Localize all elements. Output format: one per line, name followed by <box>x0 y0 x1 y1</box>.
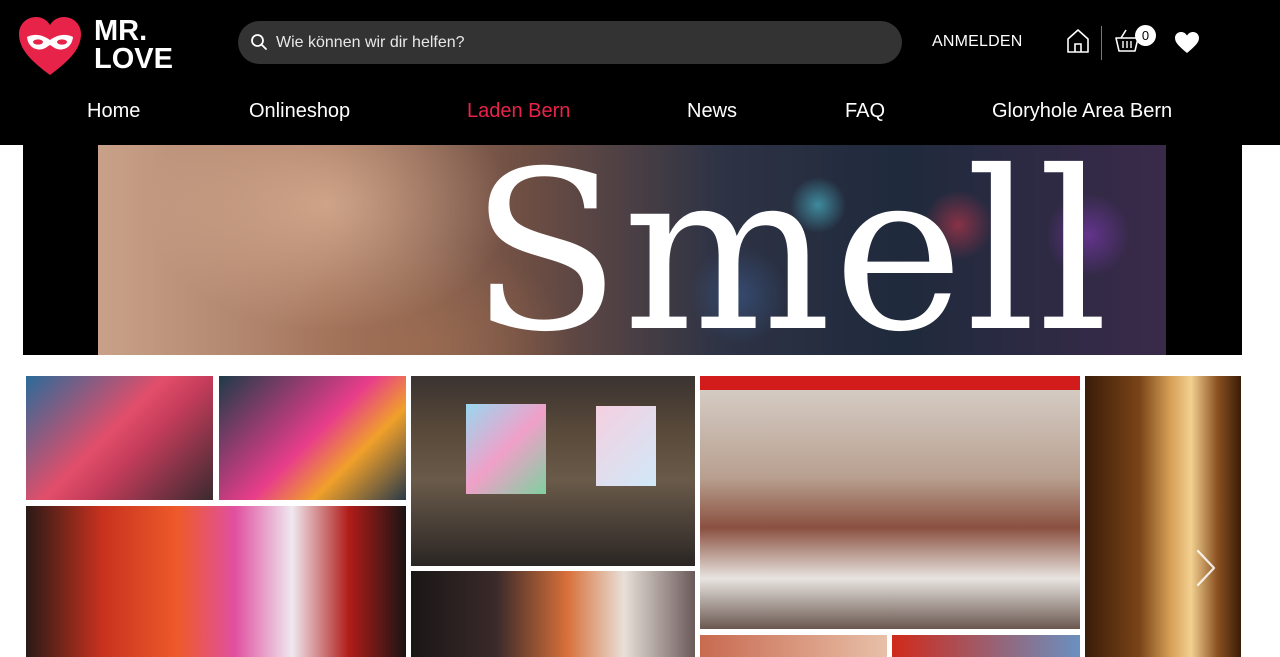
main-nav: Home Onlineshop Laden Bern News FAQ Glor… <box>0 100 1280 126</box>
header-divider <box>1101 26 1102 60</box>
nav-item-laden-bern[interactable]: Laden Bern <box>467 100 570 123</box>
gallery-image[interactable] <box>26 376 213 500</box>
cart-count-badge: 0 <box>1135 25 1156 46</box>
nav-item-gloryhole-area-bern[interactable]: Gloryhole Area Bern <box>992 100 1172 123</box>
heart-icon[interactable] <box>1174 31 1200 54</box>
gallery-image-detail <box>596 406 656 486</box>
chevron-right-icon[interactable] <box>1194 548 1218 588</box>
login-link[interactable]: ANMELDEN <box>932 33 1023 51</box>
hero-banner: Smell <box>23 145 1242 355</box>
home-icon[interactable] <box>1066 28 1090 54</box>
brand-line2: LOVE <box>94 43 173 75</box>
hero-banner-image: Smell <box>98 145 1166 355</box>
gallery-image[interactable] <box>26 506 406 657</box>
gallery-image[interactable] <box>700 635 887 657</box>
mask-heart-logo-icon <box>19 17 81 75</box>
search-bar[interactable] <box>238 21 902 64</box>
nav-item-home[interactable]: Home <box>87 100 140 123</box>
brand-line1: MR. <box>94 15 148 47</box>
gallery-image[interactable] <box>1085 376 1241 657</box>
gallery-image-detail <box>700 376 1080 390</box>
site-header: MR. LOVE ANMELDEN 0 Home Onlineshop Lade… <box>0 0 1280 145</box>
nav-item-faq[interactable]: FAQ <box>845 100 885 123</box>
brand-logo[interactable]: MR. LOVE <box>17 15 173 77</box>
gallery-image[interactable] <box>411 376 695 566</box>
gallery-image[interactable] <box>892 635 1080 657</box>
hero-banner-title: Smell <box>470 145 1111 355</box>
gallery-image-detail <box>466 404 546 494</box>
brand-wordmark: MR. LOVE <box>94 15 173 75</box>
gallery-image[interactable] <box>219 376 406 500</box>
nav-item-news[interactable]: News <box>687 100 737 123</box>
gallery-image[interactable] <box>700 376 1080 629</box>
search-input[interactable] <box>276 21 876 64</box>
search-icon <box>251 34 267 50</box>
gallery-image[interactable] <box>411 571 695 657</box>
nav-item-onlineshop[interactable]: Onlineshop <box>249 100 350 123</box>
